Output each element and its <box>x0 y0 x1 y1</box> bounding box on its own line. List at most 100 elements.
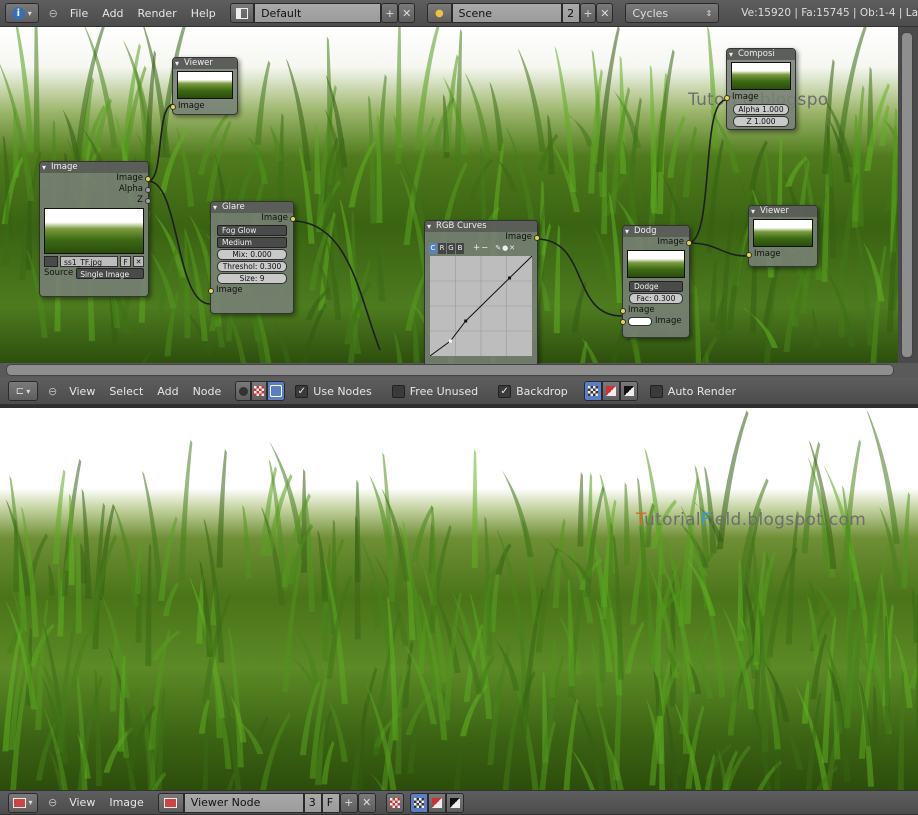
node-glare[interactable]: Glare Image Fog Glow Medium Mix: 0.000 T… <box>208 201 296 314</box>
glare-threshold-field[interactable]: Threshol: 0.300 <box>217 261 287 272</box>
collapse-menus-icon[interactable]: ⊖ <box>48 796 57 809</box>
output-socket[interactable] <box>686 240 692 246</box>
backdrop-channel-alpha-button[interactable] <box>619 381 638 401</box>
menu-image[interactable]: Image <box>109 796 143 809</box>
free-unused-checkbox[interactable] <box>391 384 405 398</box>
viewer-node-render <box>2 410 918 790</box>
image-output-image: Image <box>40 173 151 184</box>
tree-type-texture-button[interactable] <box>251 381 268 401</box>
display-channel-rgba-button[interactable] <box>409 792 428 813</box>
output-socket[interactable] <box>145 187 151 193</box>
output-socket[interactable] <box>290 216 296 222</box>
curve-control-point[interactable] <box>508 276 512 280</box>
glare-type-select[interactable]: Fog Glow <box>217 225 287 236</box>
use-nodes-checkbox[interactable]: ✓ <box>295 384 309 398</box>
curves-channel-row: C R G B + − ✎ ● ✕ <box>425 243 537 254</box>
composite-input-image: Image <box>724 92 795 103</box>
curve-control-point[interactable] <box>448 339 452 343</box>
backdrop-channel-rgb-button[interactable] <box>601 381 620 401</box>
node-image[interactable]: Image Image Alpha Z ss1_TF.jpg F ✕ Sourc… <box>39 161 151 297</box>
viewer-input-image: Image <box>746 249 817 260</box>
glare-quality-select[interactable]: Medium <box>217 237 287 248</box>
composite-alpha-field[interactable]: Alpha 1.000 <box>733 104 789 115</box>
auto-render-checkbox[interactable] <box>649 384 663 398</box>
editor-type-node-button[interactable]: ⊏ ▾ <box>8 381 38 401</box>
curve-control-point[interactable] <box>464 319 468 323</box>
link-image-to-viewer <box>147 103 175 182</box>
image-users-count: 3 <box>303 792 322 813</box>
vertical-scrollbar[interactable] <box>901 32 913 358</box>
dodge-input-image-2: Image <box>620 316 689 327</box>
dodge-input-image-1: Image <box>620 305 689 316</box>
curves-output-image: Image <box>425 232 540 243</box>
tree-type-compositing-button[interactable] <box>267 381 286 401</box>
image-file-name[interactable]: ss1_TF.jpg <box>60 256 118 267</box>
menu-view[interactable]: View <box>69 385 95 398</box>
channel-g-button[interactable]: G <box>447 243 455 254</box>
checker-icon <box>413 797 424 808</box>
shader-sphere-icon <box>238 386 248 396</box>
output-socket[interactable] <box>145 176 151 182</box>
input-socket[interactable] <box>620 319 626 325</box>
image-browse-icon[interactable] <box>44 256 58 267</box>
reset-icon[interactable]: ✕ <box>509 243 515 254</box>
source-label: Source <box>44 268 74 278</box>
input-socket[interactable] <box>208 288 214 294</box>
color-swatch[interactable] <box>628 317 652 326</box>
node-rgb-curves[interactable]: RGB Curves Image C R G B + − ✎ ● ✕ <box>424 220 540 364</box>
backdrop-checkbox[interactable]: ✓ <box>498 384 512 398</box>
input-socket[interactable] <box>170 104 176 110</box>
glare-mix-field[interactable]: Mix: 0.000 <box>217 249 287 260</box>
backdrop-channel-rgba-button[interactable] <box>583 381 602 401</box>
compositing-icon <box>270 385 283 397</box>
display-channel-alpha-button[interactable] <box>445 792 464 813</box>
image-browse-button[interactable] <box>157 792 184 813</box>
menu-add[interactable]: Add <box>157 385 178 398</box>
menu-select[interactable]: Select <box>109 385 143 398</box>
composite-z-field[interactable]: Z 1.000 <box>733 116 789 127</box>
node-viewer[interactable]: Viewer Image <box>170 57 238 115</box>
tools-icon[interactable]: ✎ <box>495 243 501 254</box>
channel-b-button[interactable]: B <box>456 243 464 254</box>
source-select[interactable]: Single Image <box>76 268 144 279</box>
zoom-out-icon[interactable]: − <box>481 243 488 254</box>
node-composite[interactable]: Composi Image Alpha 1.000 Z 1.000 <box>724 48 796 130</box>
image-icon <box>164 797 178 808</box>
fake-user-button[interactable]: F <box>321 792 340 813</box>
editor-type-image-button[interactable]: ▾ <box>8 792 38 813</box>
dodge-fac-field[interactable]: Fac: 0.300 <box>629 293 683 304</box>
unlink-icon[interactable]: ✕ <box>133 256 144 267</box>
output-socket[interactable] <box>145 198 151 204</box>
chevron-down-icon: ▾ <box>26 386 31 396</box>
unlink-image-button[interactable]: ✕ <box>357 792 376 813</box>
output-socket[interactable] <box>534 235 540 241</box>
auto-render-label: Auto Render <box>667 384 736 398</box>
image-editor-viewport[interactable] <box>0 408 918 790</box>
node-viewer-2[interactable]: Viewer Image <box>746 205 818 267</box>
channel-c-button[interactable]: C <box>429 243 437 254</box>
tree-type-shader-button[interactable] <box>235 381 252 401</box>
menu-view[interactable]: View <box>69 796 95 809</box>
zoom-in-icon[interactable]: + <box>473 243 480 254</box>
input-socket[interactable] <box>724 95 730 101</box>
new-image-button[interactable]: + <box>339 792 358 813</box>
fake-user-button[interactable]: F <box>120 256 131 267</box>
node-dodge[interactable]: Dodg Image Dodge Fac: 0.300 Image Image <box>620 225 692 338</box>
input-socket[interactable] <box>620 308 626 314</box>
checker-icon <box>254 386 265 396</box>
menu-node[interactable]: Node <box>193 385 222 398</box>
display-channel-rgb-button[interactable] <box>427 792 446 813</box>
glare-size-field[interactable]: Size: 9 <box>217 273 287 284</box>
image-name-field[interactable]: Viewer Node <box>183 792 304 813</box>
horizontal-scrollbar[interactable] <box>6 364 894 376</box>
node-title: Viewer <box>173 58 237 69</box>
input-socket[interactable] <box>746 252 752 258</box>
glare-input-image: Image <box>208 285 293 296</box>
collapse-menus-icon[interactable]: ⊖ <box>48 385 57 398</box>
pin-image-button[interactable] <box>385 792 404 813</box>
curve-graph[interactable] <box>430 256 532 356</box>
dodge-output-image: Image <box>623 237 692 248</box>
channel-r-button[interactable]: R <box>438 243 446 254</box>
clip-icon[interactable]: ● <box>502 243 508 254</box>
dodge-mode-select[interactable]: Dodge <box>629 281 683 292</box>
